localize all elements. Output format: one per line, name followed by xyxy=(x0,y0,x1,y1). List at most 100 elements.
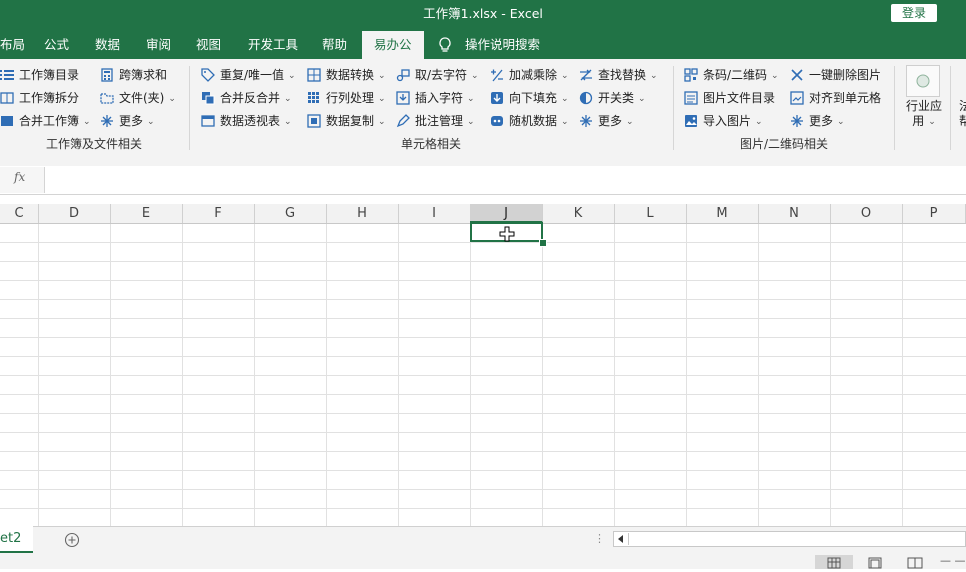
scroll-left-icon[interactable] xyxy=(616,534,626,544)
row-column-label: 行列处理 ⌄ xyxy=(326,91,386,105)
scissors-icon xyxy=(396,69,410,82)
document-list-icon xyxy=(684,91,698,105)
column-header-j[interactable]: J xyxy=(470,204,543,223)
formula-input[interactable] xyxy=(46,167,966,193)
lightbulb-icon xyxy=(439,37,451,52)
column-header-f[interactable]: F xyxy=(182,204,255,223)
sparkle-icon xyxy=(580,115,592,127)
calculator-icon xyxy=(101,68,113,82)
column-header-o[interactable]: O xyxy=(830,204,903,223)
page-layout-icon xyxy=(868,557,882,569)
insert-chars-label: 插入字符 ⌄ xyxy=(415,91,475,105)
group-label-workbook: 工作簿及文件相关 xyxy=(45,137,142,151)
column-header-m[interactable]: M xyxy=(686,204,759,223)
close-icon xyxy=(791,69,803,81)
fill-down-label: 向下填充 ⌄ xyxy=(509,91,569,105)
import-image-label: 导入图片 ⌄ xyxy=(703,114,763,128)
sparkle-icon xyxy=(791,115,803,127)
page-break-icon xyxy=(907,557,923,569)
column-header-h[interactable]: H xyxy=(326,204,399,223)
table-icon xyxy=(308,92,319,103)
merge-cells-icon xyxy=(202,92,215,105)
barcode-qr-label: 条码/二维码 ⌄ xyxy=(703,68,779,82)
tag-icon xyxy=(201,68,215,82)
merge-workbook-label: 合并工作簿 ⌄ xyxy=(19,114,91,128)
qr-code-icon xyxy=(684,68,698,82)
tab-review[interactable]: 审阅 xyxy=(146,30,171,59)
scroll-thumb[interactable] xyxy=(628,533,959,545)
insert-function-button[interactable]: fx xyxy=(14,170,25,184)
industry-apps-button[interactable] xyxy=(906,65,940,97)
tab-help[interactable]: 帮助 xyxy=(322,30,347,59)
more-workbook-label: 更多 ⌄ xyxy=(119,114,155,128)
data-convert-label: 数据转换 ⌄ xyxy=(326,68,386,82)
column-header-i[interactable]: I xyxy=(398,204,471,223)
tab-page-layout[interactable]: 布局 xyxy=(0,30,25,59)
swap-icon xyxy=(580,69,592,81)
group-label-cell: 单元格相关 xyxy=(400,137,461,151)
math-icon xyxy=(491,69,503,82)
more-image-label: 更多 ⌄ xyxy=(809,114,845,128)
arithmetic-label: 加减乘除 ⌄ xyxy=(509,68,569,82)
merge-workbook-icon xyxy=(1,116,13,126)
workbook-toc-label: 工作簿目录 xyxy=(19,68,80,82)
find-replace-label: 查找替换 ⌄ xyxy=(598,68,658,82)
login-button[interactable]: 登录 xyxy=(891,4,937,22)
column-header-g[interactable]: G xyxy=(254,204,327,223)
pivot-table-label: 数据透视表 ⌄ xyxy=(220,114,292,128)
fill-handle[interactable] xyxy=(539,239,547,247)
extract-chars-label: 取/去字符 ⌄ xyxy=(415,68,479,82)
tab-formulas[interactable]: 公式 xyxy=(44,30,69,59)
align-to-cell-label: 对齐到单元格 xyxy=(809,91,882,105)
page-break-view-button[interactable] xyxy=(896,555,934,569)
duplicate-unique-label: 重复/唯一值 ⌄ xyxy=(220,68,296,82)
next-group-cut-label: 法帮 xyxy=(959,99,966,128)
cell-grid[interactable] xyxy=(0,224,966,526)
normal-view-button[interactable] xyxy=(815,555,853,569)
merge-unmerge-label: 合并反合并 ⌄ xyxy=(220,91,292,105)
pen-icon xyxy=(396,114,410,128)
column-header-n[interactable]: N xyxy=(758,204,831,223)
dice-icon xyxy=(491,116,503,126)
image-icon xyxy=(685,115,697,127)
group-separator xyxy=(950,66,951,150)
workbook-split-label: 工作簿拆分 xyxy=(19,91,80,105)
toggle-icon xyxy=(579,91,593,105)
pivot-table-icon xyxy=(201,115,215,127)
industry-icon xyxy=(916,74,930,88)
normal-view-icon xyxy=(827,557,841,569)
window-title: 工作簿1.xlsx - Excel xyxy=(423,6,543,21)
group-label-image: 图片/二维码相关 xyxy=(739,137,829,151)
cross-workbook-sum-label: 跨簿求和 xyxy=(119,68,168,82)
cell-cursor-icon xyxy=(499,226,515,242)
delete-images-label: 一键删除图片 xyxy=(809,68,882,82)
picture-frame-icon xyxy=(790,91,804,105)
page-layout-view-button[interactable] xyxy=(856,555,894,569)
data-copy-label: 数据复制 ⌄ xyxy=(326,114,386,128)
tab-view[interactable]: 视图 xyxy=(196,30,221,59)
list-icon xyxy=(0,70,14,80)
column-header-c[interactable]: C xyxy=(0,204,39,223)
insert-icon xyxy=(396,91,410,105)
zoom-slider-minus[interactable]: — — xyxy=(940,554,966,567)
arrow-down-icon xyxy=(491,92,503,104)
column-header-d[interactable]: D xyxy=(38,204,111,223)
sheet-tab[interactable]: et2 xyxy=(0,526,33,553)
split-icon xyxy=(0,92,14,104)
sparkle-icon xyxy=(101,115,113,127)
folder-icon xyxy=(100,93,114,104)
tab-developer[interactable]: 开发工具 xyxy=(248,30,298,59)
comment-manage-label: 批注管理 ⌄ xyxy=(415,114,475,128)
tell-me-search[interactable]: 操作说明搜索 xyxy=(465,30,540,59)
column-header-k[interactable]: K xyxy=(542,204,615,223)
group-separator xyxy=(894,66,895,150)
column-header-e[interactable]: E xyxy=(110,204,183,223)
more-sheets-icon[interactable]: ⋮ xyxy=(594,532,605,545)
tab-yibangong[interactable]: 易办公 xyxy=(362,31,424,59)
column-header-l[interactable]: L xyxy=(614,204,687,223)
industry-apps-label: 行业应 用 ⌄ xyxy=(905,99,942,128)
tab-data[interactable]: 数据 xyxy=(95,30,120,59)
add-sheet-icon[interactable] xyxy=(64,532,80,548)
column-header-p[interactable]: P xyxy=(902,204,966,223)
image-file-toc-label: 图片文件目录 xyxy=(703,91,776,105)
